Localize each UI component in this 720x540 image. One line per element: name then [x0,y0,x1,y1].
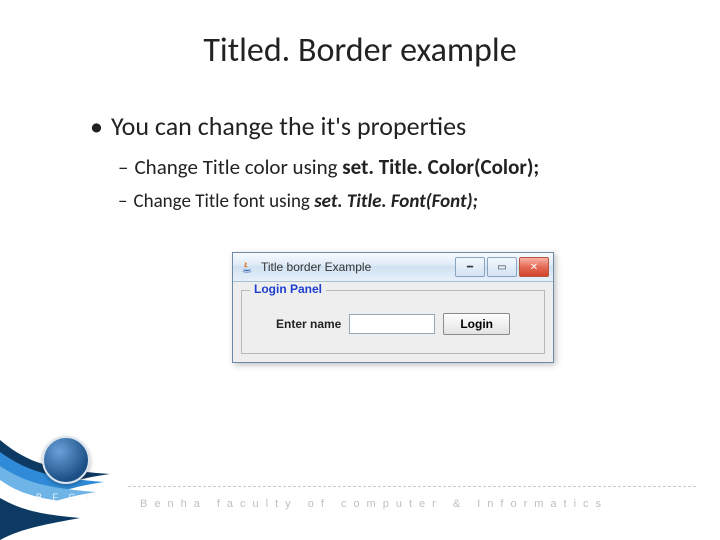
slide: Titled. Border example •You can change t… [0,0,720,540]
sub2-prefix: Change Title font using [133,190,314,213]
bullet-main: •You can change the it's properties [90,110,670,142]
window-title-text: Title border Example [261,260,455,274]
maximize-icon: ▭ [497,262,506,273]
minimize-icon: ━ [467,262,473,273]
bfci-label: B F C I [36,492,92,502]
sub2-code: set. Title. Font(Font); [314,190,478,213]
java-icon [239,259,255,275]
window-body: Login Panel Enter name Login [233,282,553,362]
org-badge [42,436,90,484]
bullet-sub-1: –Change Title color using set. Title. Co… [118,154,670,180]
panel-title: Login Panel [250,282,326,296]
window-buttons: ━ ▭ ✕ [455,257,549,277]
footer: Benha faculty of computer & Informatics … [0,476,720,540]
content-block: •You can change the it's properties –Cha… [90,110,670,223]
sub1-prefix: Change Title color using [134,154,342,180]
example-window: Title border Example ━ ▭ ✕ Login Panel E… [232,252,554,363]
bullet-sub-2: –Change Title font using set. Title. Fon… [118,190,670,213]
footer-text: Benha faculty of computer & Informatics [140,498,608,510]
close-button[interactable]: ✕ [519,257,549,277]
slide-title: Titled. Border example [0,30,720,71]
name-input[interactable] [349,314,435,334]
bullet-dot: • [90,110,103,142]
enter-name-label: Enter name [276,317,341,331]
minimize-button[interactable]: ━ [455,257,485,277]
login-button[interactable]: Login [443,313,510,335]
form-row: Enter name Login [252,313,534,335]
titled-border-panel: Login Panel Enter name Login [241,290,545,354]
window-titlebar[interactable]: Title border Example ━ ▭ ✕ [233,253,553,282]
sub1-code: set. Title. Color(Color); [342,154,539,180]
dash-1: – [118,154,128,180]
dash-2: – [118,190,127,213]
maximize-button[interactable]: ▭ [487,257,517,277]
bullet-main-text: You can change the it's properties [111,110,466,142]
footer-separator [128,486,696,488]
close-icon: ✕ [530,262,538,273]
